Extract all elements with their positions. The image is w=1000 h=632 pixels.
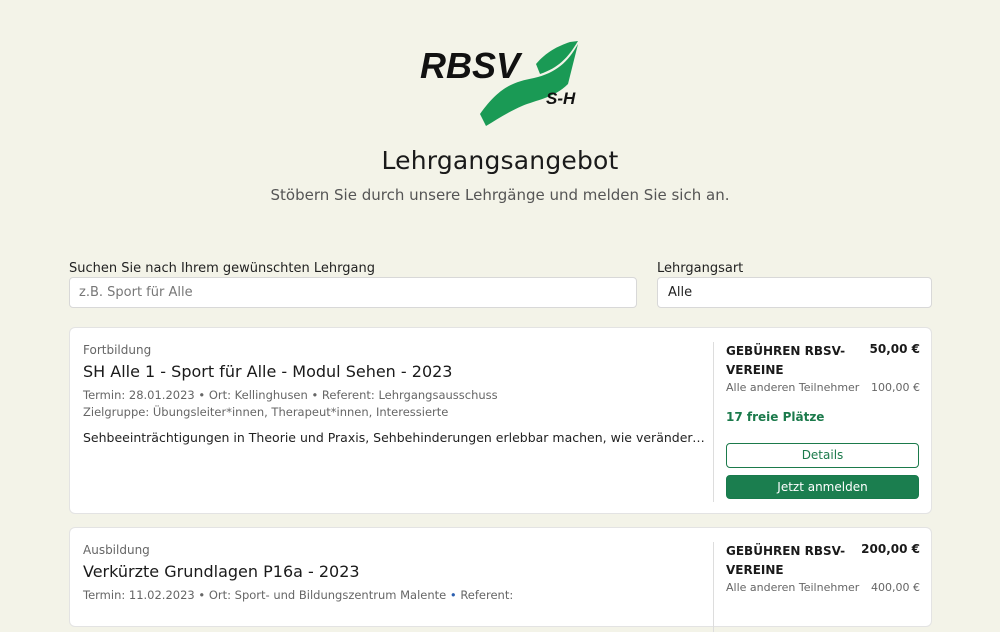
register-button[interactable]: Jetzt anmelden: [726, 475, 919, 499]
fee-value: 200,00 €: [861, 542, 920, 556]
search-label: Suchen Sie nach Ihrem gewünschten Lehrga…: [69, 261, 375, 276]
course-title: Verkürzte Grundlagen P16a - 2023: [83, 562, 360, 581]
other-participants-label: Alle anderen Teilnehmer: [726, 381, 860, 394]
course-category: Fortbildung: [83, 343, 152, 357]
details-button[interactable]: Details: [726, 443, 919, 468]
fee-label: GEBÜHREN RBSV-VEREINE: [726, 344, 846, 377]
fee-label: GEBÜHREN RBSV-VEREINE: [726, 544, 846, 577]
other-participants-label: Alle anderen Teilnehmer: [726, 581, 860, 594]
free-seats: 17 freie Plätze: [726, 410, 825, 424]
course-place: Ort: Sport- und Bildungszentrum Malente: [208, 588, 447, 602]
other-participants-value: 100,00 €: [871, 381, 920, 394]
course-card: Ausbildung Verkürzte Grundlagen P16a - 2…: [69, 527, 932, 632]
course-meta: Termin: 28.01.2023 • Ort: Kellinghusen •…: [83, 388, 498, 402]
page-title: Lehrgangsangebot: [381, 146, 619, 175]
search-input[interactable]: [69, 277, 637, 308]
meta-separator: •: [198, 588, 209, 602]
other-participants-value: 400,00 €: [871, 581, 920, 594]
course-title: SH Alle 1 - Sport für Alle - Modul Sehen…: [83, 362, 453, 381]
course-type-label: Lehrgangsart: [657, 261, 744, 276]
svg-text:S-H: S-H: [546, 89, 576, 108]
course-description: Sehbeeinträchtigungen in Theorie und Pra…: [83, 430, 708, 445]
course-date: Termin: 11.02.2023: [83, 588, 195, 602]
course-target-group: Zielgruppe: Übungsleiter*innen, Therapeu…: [83, 405, 449, 419]
rbsv-logo-graphic: RBSV S-H: [420, 41, 578, 126]
course-card: Fortbildung SH Alle 1 - Sport für Alle -…: [69, 327, 932, 514]
course-referent: Referent:: [460, 588, 514, 602]
course-type-select[interactable]: Alle: [657, 277, 932, 308]
rbsv-logo[interactable]: RBSV S-H: [418, 38, 584, 128]
course-meta: Termin: 11.02.2023 • Ort: Sport- und Bil…: [83, 588, 513, 602]
course-pricing-panel: GEBÜHREN RBSV-VEREINE 200,00 € Alle ande…: [713, 542, 920, 632]
fee-value: 50,00 €: [869, 342, 920, 356]
course-category: Ausbildung: [83, 543, 150, 557]
meta-separator: •: [449, 588, 461, 602]
page-subtitle: Stöbern Sie durch unsere Lehrgänge und m…: [270, 186, 730, 204]
svg-text:RBSV: RBSV: [420, 45, 523, 86]
course-pricing-panel: GEBÜHREN RBSV-VEREINE 50,00 € Alle ander…: [713, 342, 920, 502]
